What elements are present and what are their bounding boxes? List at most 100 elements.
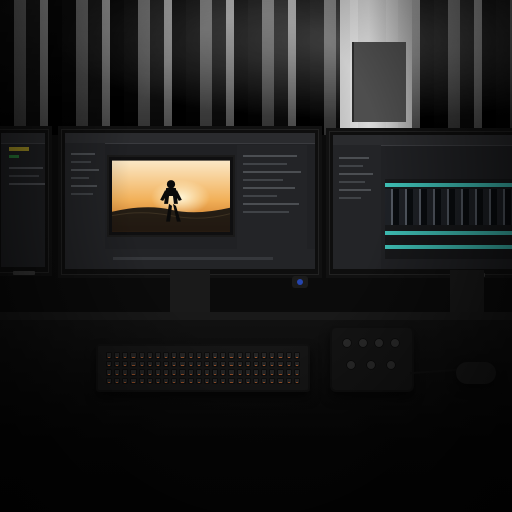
keyboard-key xyxy=(114,369,121,376)
panel-line xyxy=(71,153,95,155)
keyboard-key xyxy=(236,377,243,384)
video-preview-frame xyxy=(112,160,230,232)
timeline-track xyxy=(385,245,512,249)
left-line xyxy=(9,183,45,185)
keyboard-key xyxy=(269,377,276,384)
keyboard-key xyxy=(212,369,219,376)
keyboard-key xyxy=(130,377,137,384)
controller-knob xyxy=(390,338,400,348)
keyboard-keys xyxy=(106,352,300,384)
keyboard-key xyxy=(220,377,227,384)
keyboard-key xyxy=(236,352,243,359)
keyboard-key xyxy=(106,369,113,376)
keyboard-key xyxy=(261,352,268,359)
keyboard-key xyxy=(154,377,162,384)
keyboard-key xyxy=(146,377,153,384)
timeline-track xyxy=(385,183,512,187)
timeline-track xyxy=(385,231,512,235)
center-monitor xyxy=(58,126,322,278)
keyboard-key xyxy=(244,369,251,376)
keyboard-key xyxy=(244,377,251,384)
panel-line xyxy=(71,177,89,179)
controller-knob xyxy=(346,360,356,370)
keyboard-key xyxy=(228,377,235,384)
right-screen xyxy=(333,135,512,269)
right-stand xyxy=(450,270,484,318)
keyboard-key xyxy=(203,377,211,384)
right-monitor xyxy=(326,128,512,278)
controller-knob xyxy=(374,338,384,348)
sunset-silhouette-image xyxy=(112,160,230,232)
keyboard-key xyxy=(285,360,292,367)
keyboard-key xyxy=(106,360,113,367)
building-silhouette xyxy=(352,42,406,122)
timeline xyxy=(385,179,512,259)
keyboard-key xyxy=(277,352,284,359)
keyboard-key xyxy=(285,352,292,359)
bottom-bar-line xyxy=(113,257,273,260)
keyboard-key xyxy=(154,360,162,367)
keyboard-key xyxy=(106,377,113,384)
keyboard-key xyxy=(269,360,276,367)
panel-line xyxy=(71,193,93,195)
keyboard-key xyxy=(261,369,268,376)
panel-line xyxy=(243,163,287,165)
keyboard-key xyxy=(163,360,170,367)
panel-line xyxy=(243,171,301,173)
panel-line xyxy=(243,211,289,213)
keyboard-key xyxy=(171,377,178,384)
left-panel xyxy=(65,143,105,269)
center-stand xyxy=(170,270,210,318)
keyboard-key xyxy=(228,369,235,376)
keyboard-key xyxy=(171,360,178,367)
keyboard-key xyxy=(293,360,300,367)
keyboard-key xyxy=(293,369,300,376)
desk xyxy=(0,312,512,512)
timeline-thumbnails xyxy=(385,189,512,225)
keyboard-key xyxy=(252,369,260,376)
keyboard-key xyxy=(261,360,268,367)
keyboard-key xyxy=(130,352,137,359)
keyboard-key xyxy=(146,369,153,376)
keyboard-key xyxy=(163,377,170,384)
panel-line xyxy=(71,169,99,171)
controller-knob xyxy=(366,360,376,370)
keyboard-key xyxy=(293,377,300,384)
keyboard-key xyxy=(179,377,186,384)
keyboard-key xyxy=(203,360,211,367)
left-green-bar xyxy=(9,155,19,158)
video-preview xyxy=(107,155,235,237)
keyboard-key xyxy=(285,369,292,376)
left-yellow-bar xyxy=(9,147,29,151)
left-line xyxy=(9,167,43,169)
left-toolbar xyxy=(1,133,45,144)
keyboard-key xyxy=(195,360,202,367)
keyboard-key xyxy=(212,352,219,359)
keyboard-key xyxy=(244,352,251,359)
left-bezel-label xyxy=(13,271,35,275)
keyboard-key xyxy=(187,369,194,376)
keyboard-key xyxy=(252,360,260,367)
right-left-panel xyxy=(333,145,381,269)
left-screen xyxy=(1,133,45,267)
panel-line xyxy=(339,189,371,191)
keyboard-key xyxy=(122,369,129,376)
keyboard-key xyxy=(269,352,276,359)
keyboard-key xyxy=(195,377,202,384)
keyboard-key xyxy=(277,369,284,376)
keyboard-key xyxy=(114,377,121,384)
keyboard-key xyxy=(285,377,292,384)
keyboard-key xyxy=(106,352,113,359)
keyboard-key xyxy=(220,352,227,359)
keyboard-key xyxy=(138,352,145,359)
audio-controller xyxy=(330,326,414,392)
keyboard-key xyxy=(122,360,129,367)
keyboard-key xyxy=(171,369,178,376)
keyboard-key xyxy=(252,352,260,359)
workspace-scene xyxy=(0,0,512,512)
keyboard-key xyxy=(228,352,235,359)
keyboard xyxy=(96,344,310,392)
keyboard-key xyxy=(179,360,186,367)
keyboard-key xyxy=(187,360,194,367)
keyboard-key xyxy=(179,352,186,359)
